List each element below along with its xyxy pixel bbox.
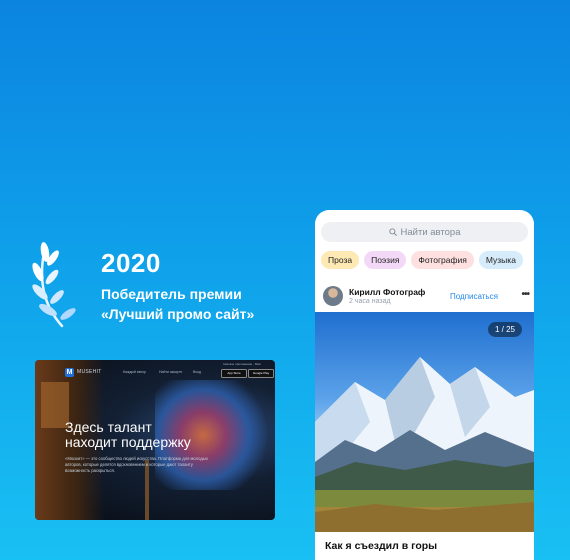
search-placeholder: Найти автора — [400, 226, 461, 238]
award-title: Победитель премии «Лучший промо сайт» — [101, 284, 254, 324]
photo-counter: 1 / 25 — [487, 322, 522, 337]
award-line-1: Победитель премии — [101, 286, 242, 302]
phone-mockup: Найти автора Проза Поэзия Фотография Муз… — [315, 210, 534, 560]
award-line-2: «Лучший промо сайт» — [101, 306, 255, 322]
search-icon — [388, 228, 397, 236]
headline-line-2: находит поддержку — [65, 434, 191, 450]
chip-poetry[interactable]: Поэзия — [364, 251, 407, 269]
more-icon[interactable]: ••• — [521, 289, 529, 300]
site-topline: Скачать приложение · Моё — [223, 362, 261, 366]
chip-prose[interactable]: Проза — [321, 251, 360, 269]
chip-photography[interactable]: Фотография — [411, 251, 474, 269]
post-time: 2 часа назад — [349, 298, 391, 305]
post-header: Кирилл Фотограф 2 часа назад Подписаться… — [323, 285, 530, 307]
laurel-icon — [32, 242, 76, 328]
post-author[interactable]: Кирилл Фотограф — [349, 287, 425, 297]
mountain-landscape — [315, 357, 534, 532]
category-chips: Проза Поэзия Фотография Музыка — [321, 251, 523, 269]
site-description: «Мюзхит» — это сообщество людей искусств… — [65, 456, 208, 473]
site-brand: MUSEHIT — [77, 369, 102, 375]
site-nav-item: Вход — [193, 370, 201, 374]
headline-line-1: Здесь талант — [65, 419, 152, 435]
award-year: 2020 — [101, 248, 161, 278]
subscribe-button[interactable]: Подписаться — [450, 292, 498, 301]
avatar[interactable] — [323, 286, 343, 306]
site-nav-item: Каждый автор — [123, 370, 146, 374]
search-input[interactable]: Найти автора — [321, 222, 528, 242]
post-title[interactable]: Как я съездил в горы — [325, 540, 437, 552]
app-store-badge: App Store — [221, 369, 247, 378]
chip-music[interactable]: Музыка — [478, 251, 523, 269]
site-logo-icon: M — [65, 368, 74, 377]
post-photo[interactable]: 1 / 25 — [315, 312, 534, 532]
website-preview: M MUSEHIT Каждый автор Найти аккаунт Вхо… — [35, 360, 275, 520]
google-play-badge: Google Play — [248, 369, 274, 378]
site-headline: Здесь талант находит поддержку — [65, 420, 191, 450]
site-nav-item: Найти аккаунт — [159, 370, 183, 374]
